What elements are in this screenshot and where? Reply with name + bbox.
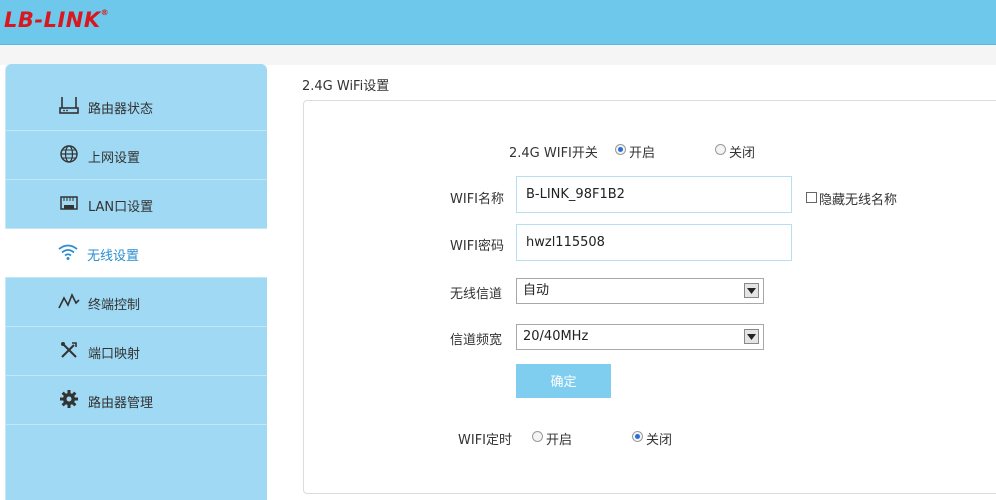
wifi-timer-off-radio[interactable]	[632, 431, 643, 442]
sidebar-item-router-management[interactable]: 路由器管理	[6, 376, 267, 425]
gear-icon	[58, 388, 80, 410]
lan-port-icon	[58, 192, 80, 214]
sidebar-item-label: 终端控制	[88, 298, 141, 313]
bandwidth-select[interactable]: 20/40MHz	[516, 324, 764, 350]
header-bar: LB-LINK®	[0, 0, 996, 45]
password-input[interactable]	[516, 224, 792, 261]
wifi-switch-off-radio[interactable]	[715, 144, 726, 155]
activity-icon	[58, 290, 80, 312]
password-label: WIFI密码	[450, 239, 504, 254]
sidebar-item-lan[interactable]: LAN口设置	[6, 180, 267, 229]
header-spacer	[0, 45, 996, 65]
trademark-mark: ®	[100, 8, 110, 17]
sidebar: 路由器状态 上网设置 LAN口设置 无线设置 终端控制 端口映射 路由器管理	[5, 64, 267, 500]
chevron-down-icon	[744, 329, 759, 344]
wifi-switch-label: 2.4G WIFI开关	[509, 146, 598, 161]
channel-select[interactable]: 自动	[516, 278, 764, 304]
logo-text: LB-LINK	[4, 8, 101, 32]
wifi-timer-on-radio[interactable]	[532, 431, 543, 442]
ssid-input[interactable]	[516, 176, 792, 213]
bandwidth-label: 信道频宽	[450, 333, 503, 348]
bandwidth-select-value: 20/40MHz	[523, 329, 589, 344]
sidebar-item-terminal-control[interactable]: 终端控制	[6, 278, 267, 327]
sidebar-item-port-mapping[interactable]: 端口映射	[6, 327, 267, 376]
sidebar-item-label: LAN口设置	[88, 200, 154, 215]
sidebar-item-label: 路由器管理	[88, 396, 154, 411]
sidebar-item-label: 无线设置	[87, 249, 140, 264]
wifi-settings-panel: 2.4G WIFI开关 开启 关闭 WIFI名称 隐藏无线名称 WIFI密码 无…	[303, 100, 996, 494]
wifi-timer-off-label: 关闭	[646, 433, 673, 448]
hide-ssid-checkbox[interactable]	[806, 192, 817, 203]
sidebar-item-label: 路由器状态	[88, 102, 154, 117]
wifi-timer-label: WIFI定时	[458, 433, 512, 448]
router-icon	[58, 94, 80, 116]
hide-ssid-label: 隐藏无线名称	[819, 193, 898, 208]
sidebar-item-label: 上网设置	[88, 151, 141, 166]
wifi-switch-on-radio[interactable]	[615, 144, 626, 155]
tools-icon	[58, 339, 80, 361]
ssid-label: WIFI名称	[450, 192, 504, 207]
sidebar-item-label: 端口映射	[88, 347, 141, 362]
wifi-timer-on-label: 开启	[546, 433, 573, 448]
confirm-button[interactable]: 确定	[516, 364, 611, 398]
sidebar-empty-row	[6, 425, 267, 473]
chevron-down-icon	[744, 283, 759, 298]
brand-logo: LB-LINK®	[4, 8, 109, 32]
channel-label: 无线信道	[450, 287, 503, 302]
page-title: 2.4G WiFi设置	[302, 79, 390, 94]
channel-select-value: 自动	[523, 283, 550, 298]
globe-icon	[58, 143, 80, 165]
wifi-icon	[57, 241, 79, 263]
wifi-switch-on-label: 开启	[629, 146, 656, 161]
wifi-switch-off-label: 关闭	[729, 146, 756, 161]
sidebar-item-internet[interactable]: 上网设置	[6, 131, 267, 180]
sidebar-item-wireless[interactable]: 无线设置	[5, 229, 267, 278]
sidebar-item-router-status[interactable]: 路由器状态	[6, 82, 267, 131]
